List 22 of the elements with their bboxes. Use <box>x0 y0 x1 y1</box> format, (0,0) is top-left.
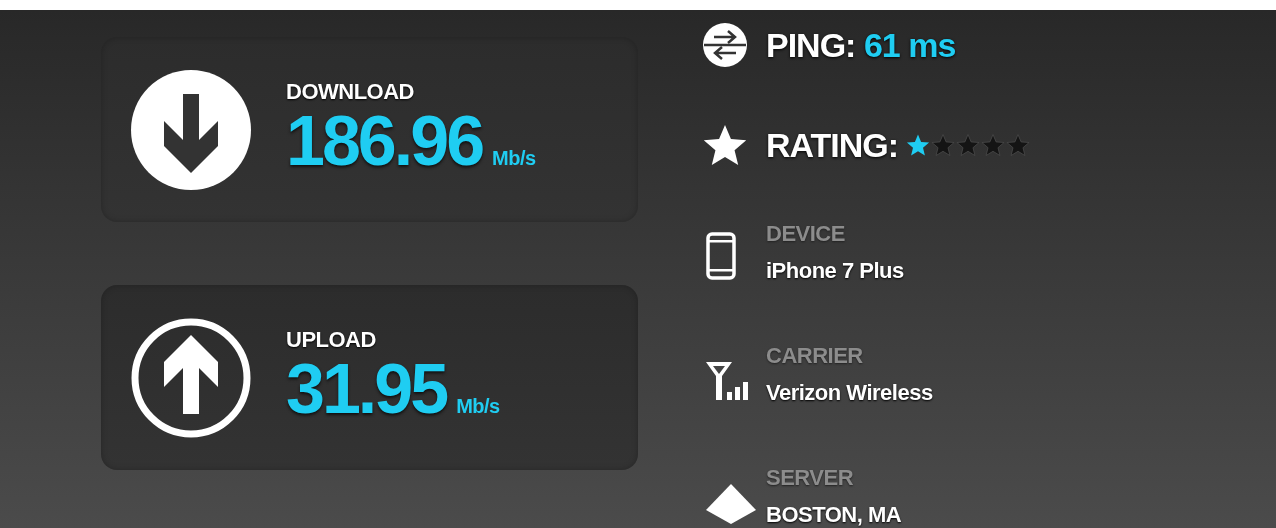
rating-star-icon <box>956 133 981 157</box>
detail-value: BOSTON, MA <box>766 502 902 528</box>
ping-arrows-icon <box>702 22 748 68</box>
detail-label: DEVICE <box>766 221 846 247</box>
speed-unit: Mb/s <box>492 146 536 170</box>
detail-label: CARRIER <box>766 343 864 369</box>
star-icon <box>702 123 748 167</box>
pyramid-icon <box>706 484 756 524</box>
detail-value: Verizon Wireless <box>766 380 933 406</box>
phone-icon <box>706 232 736 280</box>
antenna-signal-icon <box>706 362 750 402</box>
rating-star-icon <box>1006 133 1031 157</box>
rating-star-icon <box>931 133 956 157</box>
rating-star-icon <box>981 133 1006 157</box>
speed-unit: Mb/s <box>456 394 500 418</box>
rating-star-icon <box>906 133 931 157</box>
upload-icon <box>131 317 251 438</box>
download-icon <box>131 69 251 190</box>
ping-result: PING: 61 ms <box>766 25 956 65</box>
detail-value: iPhone 7 Plus <box>766 258 904 284</box>
rating-label: RATING: <box>766 125 899 165</box>
detail-label: SERVER <box>766 465 855 491</box>
